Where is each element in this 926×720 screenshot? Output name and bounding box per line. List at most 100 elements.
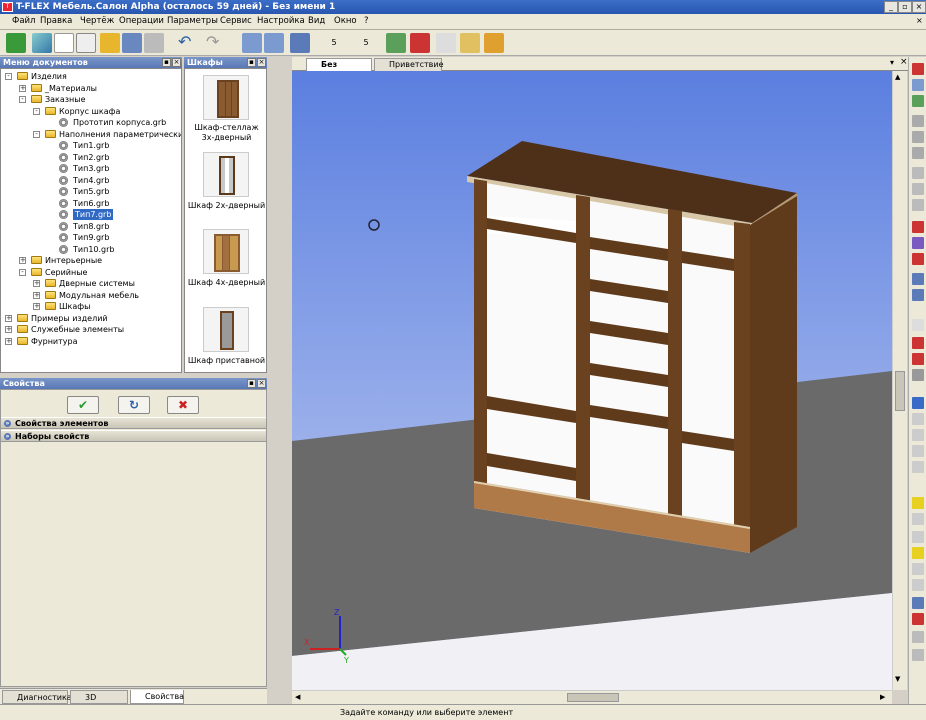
zoom-icon[interactable] [912, 199, 924, 211]
settings-icon[interactable] [912, 631, 924, 643]
check-icon[interactable] [386, 33, 406, 53]
section-icon[interactable] [912, 353, 924, 365]
view-iso-icon[interactable] [912, 289, 924, 301]
panel-close-icon[interactable]: × [257, 379, 266, 388]
cube-blue-icon[interactable] [912, 397, 924, 409]
variables-icon[interactable] [264, 33, 284, 53]
tree-item[interactable]: Тип7.grb [73, 209, 114, 220]
tree-expander-icon[interactable]: + [19, 84, 26, 92]
menu-service[interactable]: Сервис [220, 16, 252, 26]
pin-icon[interactable]: ▪ [247, 58, 256, 67]
menu-help[interactable]: ? [364, 16, 369, 26]
tree-item[interactable]: Интерьерные [45, 255, 102, 266]
scroll-down-icon[interactable]: ▼ [895, 675, 905, 685]
tree-item[interactable]: Корпус шкафа [59, 106, 120, 117]
cube-icon[interactable] [912, 413, 924, 425]
menu-settings[interactable]: Настройка [257, 16, 305, 26]
drawing-icon[interactable] [76, 33, 96, 53]
tree-expander-icon[interactable]: + [33, 291, 40, 299]
tab-properties[interactable]: Свойства [130, 690, 184, 704]
tree-item[interactable]: Серийные [45, 267, 87, 278]
horizontal-scrollbar[interactable]: ◀ ▶ [292, 690, 892, 704]
menu-close-icon[interactable]: × [916, 16, 923, 25]
section-icon[interactable] [912, 337, 924, 349]
tree-item[interactable]: Модульная мебель [59, 290, 139, 301]
tree-expander-icon[interactable]: - [19, 268, 26, 276]
tree-item[interactable]: Тип9.grb [73, 232, 109, 243]
section-element-properties[interactable]: » Свойства элементов [1, 417, 266, 429]
zoom-window-icon[interactable] [912, 131, 924, 143]
settings-icon[interactable] [912, 649, 924, 661]
tree-item[interactable]: Изделия [31, 71, 67, 82]
cube-icon[interactable] [912, 579, 924, 591]
tree-expander-icon[interactable]: + [5, 314, 12, 322]
section-property-sets[interactable]: » Наборы свойств [1, 430, 266, 442]
tree-item[interactable]: Фурнитура [31, 336, 78, 347]
cube-icon[interactable] [912, 429, 924, 441]
tab-3d-model[interactable]: 3D Модель [70, 690, 128, 715]
close-button[interactable]: × [912, 1, 926, 13]
step-value[interactable]: 5 [324, 33, 344, 53]
cube-yellow-icon[interactable] [912, 497, 924, 509]
panel-close-icon[interactable]: × [172, 58, 181, 67]
cube-icon[interactable] [912, 563, 924, 575]
tree-item[interactable]: Тип5.grb [73, 186, 109, 197]
cabinet-thumb-4door[interactable] [203, 229, 249, 274]
ok-button[interactable]: ✔ [67, 396, 99, 414]
tree-expander-icon[interactable]: + [5, 326, 12, 333]
tree-expander-icon[interactable]: - [33, 130, 40, 138]
cabinet-icon[interactable] [436, 33, 456, 53]
3d-viewport[interactable]: Z X Y [292, 71, 892, 690]
tab-untitled-1[interactable]: Без имени 1 [306, 58, 372, 81]
cube-icon[interactable] [912, 445, 924, 457]
tree-item[interactable]: Тип6.grb [73, 198, 109, 209]
scroll-up-icon[interactable]: ▲ [895, 73, 905, 83]
horizontal-scroll-thumb[interactable] [567, 693, 619, 702]
cube-icon[interactable] [912, 513, 924, 525]
pan-icon[interactable] [912, 167, 924, 179]
parameters-icon[interactable] [242, 33, 262, 53]
rotate-icon[interactable] [912, 183, 924, 195]
tree-expander-icon[interactable]: - [19, 96, 26, 103]
tree-expander-icon[interactable]: + [33, 280, 40, 287]
menu-drawing[interactable]: Чертёж [80, 16, 114, 26]
database-icon[interactable] [290, 33, 310, 53]
cabinet-thumb-2door[interactable] [203, 152, 249, 197]
minimize-button[interactable]: _ [884, 1, 898, 13]
view-left-icon[interactable] [912, 253, 924, 265]
tab-diagnostics[interactable]: Диагностика [2, 690, 72, 704]
tree-expander-icon[interactable]: + [19, 257, 26, 264]
wizard-icon[interactable] [460, 33, 480, 53]
tree-item[interactable]: _Материалы [45, 83, 97, 94]
shade-icon[interactable] [912, 369, 924, 381]
save-icon[interactable] [122, 33, 142, 53]
refresh-button[interactable]: ↻ [118, 396, 150, 414]
maximize-button[interactable]: ▫ [898, 1, 912, 13]
view-icon[interactable] [912, 95, 924, 107]
material-icon[interactable] [912, 613, 924, 625]
menu-window[interactable]: Окно [334, 16, 357, 26]
tree-item[interactable]: Наполнения параметрические [59, 129, 181, 140]
cube-icon[interactable] [912, 531, 924, 543]
zoom-in-icon[interactable] [912, 115, 924, 127]
tree-expander-icon[interactable]: + [33, 303, 40, 310]
redo-icon[interactable]: ↷ [206, 33, 226, 53]
tree-item[interactable]: Примеры изделий [31, 313, 108, 324]
tree-expander-icon[interactable]: - [33, 107, 40, 115]
cube-icon[interactable] [912, 461, 924, 473]
view-iso-icon[interactable] [912, 273, 924, 285]
menu-file[interactable]: Файл [12, 16, 35, 26]
print-icon[interactable] [144, 33, 164, 53]
menu-operations[interactable]: Операции [119, 16, 164, 26]
undo-icon[interactable]: ↶ [178, 33, 198, 53]
pin-icon[interactable]: ▪ [247, 379, 256, 388]
tabs-close-icon[interactable]: × [900, 57, 908, 67]
tabs-menu-icon[interactable]: ▾ [890, 58, 894, 67]
view-icon[interactable] [912, 63, 924, 75]
cube-blue-icon[interactable] [912, 597, 924, 609]
cabinet-thumb-addon[interactable] [203, 307, 249, 352]
cancel-button[interactable]: ✖ [167, 396, 199, 414]
box-icon[interactable] [484, 33, 504, 53]
vertical-scroll-thumb[interactable] [895, 371, 905, 411]
view-front-icon[interactable] [912, 221, 924, 233]
